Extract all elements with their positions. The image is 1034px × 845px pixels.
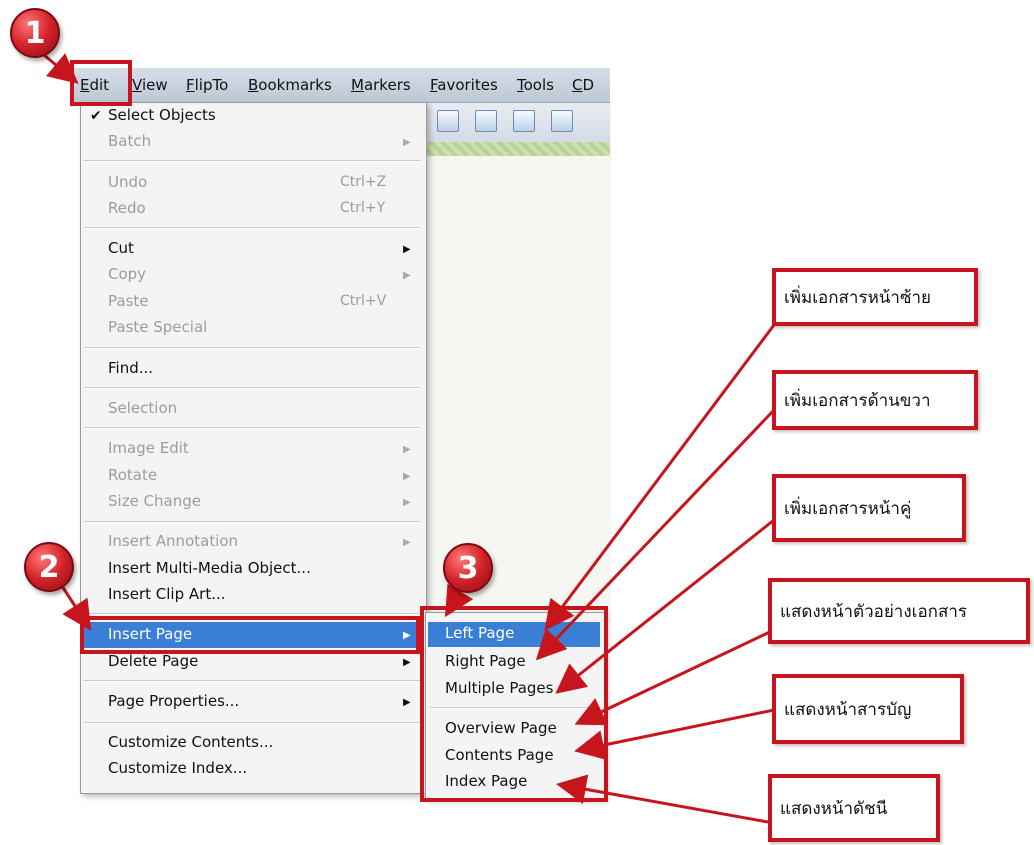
arrow-overview-page [574,628,775,726]
arrow-right-page [535,408,776,661]
arrow-index-page [556,774,769,824]
callout-contents-page: แสดงหน้าสารบัญ [772,674,964,744]
arrow-contents-page [574,708,775,760]
step-2-badge: 2 [24,542,74,592]
step-3-badge: 3 [443,543,493,593]
arrow-left-page [544,324,776,631]
step-1-badge: 1 [10,8,60,58]
arrow-step-2 [60,585,92,632]
callout-multiple-pages: เพิ่มเอกสารหน้าคู่ [772,474,966,542]
arrow-multiple-pages [555,518,775,694]
callout-left-page: เพิ่มเอกสารหน้าซ้าย [772,268,978,326]
callout-right-page: เพิ่มเอกสารด้านขวา [772,370,978,430]
callout-index-page: แสดงหน้าดัชนี [768,774,940,842]
callout-overview-page: แสดงหน้าตัวอย่างเอกสาร [768,578,1030,644]
